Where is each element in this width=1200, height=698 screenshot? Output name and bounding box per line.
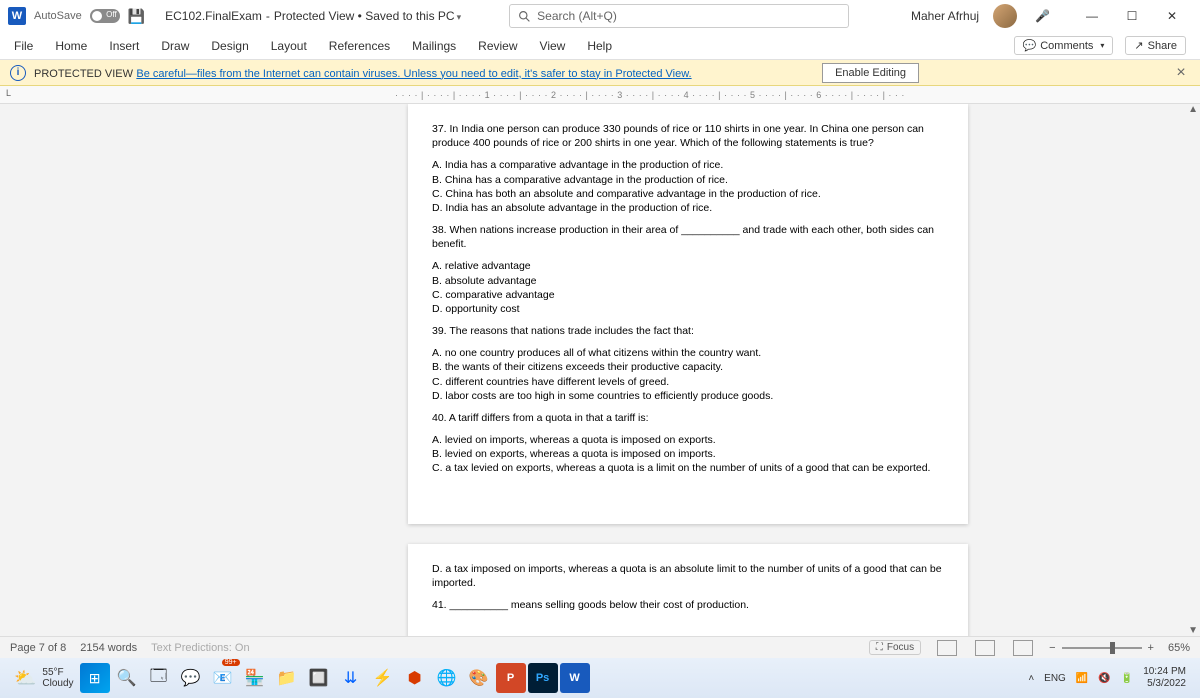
doc-line: A. no one country produces all of what c…: [432, 346, 944, 403]
protected-view-message[interactable]: Be careful—files from the Internet can c…: [136, 68, 691, 80]
powerpoint-icon[interactable]: P: [496, 663, 526, 693]
search-icon: [518, 10, 531, 23]
word-taskbar-icon[interactable]: W: [560, 663, 590, 693]
scroll-up-icon[interactable]: ▲: [1188, 104, 1198, 115]
document-page[interactable]: D. a tax imposed on imports, whereas a q…: [408, 544, 968, 636]
winamp-icon[interactable]: ⚡: [368, 663, 398, 693]
share-icon: ↗: [1134, 39, 1143, 52]
save-icon[interactable]: 💾: [128, 8, 145, 25]
chat-icon[interactable]: 💬: [176, 663, 206, 693]
mail-icon[interactable]: 📧: [208, 663, 238, 693]
doc-line: 37. In India one person can produce 330 …: [432, 122, 944, 150]
doc-line: 39. The reasons that nations trade inclu…: [432, 324, 944, 338]
tab-home[interactable]: Home: [55, 39, 87, 53]
protected-close-icon[interactable]: ×: [1172, 64, 1190, 82]
clock[interactable]: 10:24 PM 5/3/2022: [1143, 666, 1186, 690]
status-predictions[interactable]: Text Predictions: On: [151, 642, 249, 654]
tray-chevron-icon[interactable]: ˄: [1028, 673, 1034, 684]
zoom-level[interactable]: 65%: [1168, 642, 1190, 654]
focus-button[interactable]: ⛶Focus: [869, 640, 921, 655]
word-app-icon: W: [8, 7, 26, 25]
close-button[interactable]: ✕: [1152, 2, 1192, 30]
start-button[interactable]: ⊞: [80, 663, 110, 693]
battery-icon[interactable]: 🔋: [1121, 673, 1133, 684]
doc-line: A. levied on imports, whereas a quota is…: [432, 433, 944, 476]
tab-file[interactable]: File: [14, 39, 33, 53]
document-title[interactable]: EC102.FinalExam-Protected View • Saved t…: [165, 9, 461, 23]
status-words[interactable]: 2154 words: [80, 642, 137, 654]
task-view-icon[interactable]: 🗔: [144, 663, 174, 693]
zoom-slider[interactable]: − +: [1049, 642, 1154, 654]
autosave-label: AutoSave: [34, 10, 82, 22]
dropbox-icon[interactable]: ⇊: [336, 663, 366, 693]
tab-draw[interactable]: Draw: [161, 39, 189, 53]
scroll-down-icon[interactable]: ▼: [1188, 625, 1198, 636]
autosave-toggle[interactable]: Off: [90, 9, 120, 23]
zoom-out-icon[interactable]: −: [1049, 642, 1055, 654]
document-canvas[interactable]: ▲ ▼ 37. In India one person can produce …: [0, 104, 1200, 636]
doc-line: 40. A tariff differs from a quota in tha…: [432, 411, 944, 425]
read-mode-icon[interactable]: [937, 640, 957, 656]
tab-view[interactable]: View: [540, 39, 566, 53]
doc-line: 38. When nations increase production in …: [432, 223, 944, 251]
doc-line: A. relative advantage B. absolute advant…: [432, 259, 944, 316]
enable-editing-button[interactable]: Enable Editing: [822, 63, 919, 83]
web-layout-icon[interactable]: [1013, 640, 1033, 656]
copilot-icon[interactable]: 🎨: [464, 663, 494, 693]
tab-design[interactable]: Design: [211, 39, 248, 53]
zoom-in-icon[interactable]: +: [1148, 642, 1154, 654]
doc-line: A. India has a comparative advantage in …: [432, 158, 944, 215]
print-layout-icon[interactable]: [975, 640, 995, 656]
doc-line: 41. __________ means selling goods below…: [432, 598, 944, 612]
weather-widget[interactable]: ⛅ 55°F Cloudy: [14, 667, 74, 689]
language-indicator[interactable]: ENG: [1044, 673, 1066, 684]
edge-icon[interactable]: 🌐: [432, 663, 462, 693]
tab-mailings[interactable]: Mailings: [412, 39, 456, 53]
volume-icon[interactable]: 🔇: [1098, 673, 1110, 684]
search-input[interactable]: Search (Alt+Q): [509, 4, 849, 28]
tab-references[interactable]: References: [329, 39, 390, 53]
office-icon[interactable]: ⬢: [400, 663, 430, 693]
protected-view-label: PROTECTED VIEW: [34, 68, 133, 80]
focus-icon: ⛶: [876, 642, 883, 653]
wifi-icon[interactable]: 📶: [1076, 673, 1088, 684]
tab-review[interactable]: Review: [478, 39, 517, 53]
weather-icon: ⛅: [14, 668, 36, 689]
search-taskbar-icon[interactable]: 🔍: [112, 663, 142, 693]
doc-line: D. a tax imposed on imports, whereas a q…: [432, 562, 944, 590]
ruler: L · · · · | · · · · | · · · · 1 · · · · …: [0, 86, 1200, 104]
explorer-icon[interactable]: 📁: [272, 663, 302, 693]
comment-icon: 💬: [1023, 39, 1037, 52]
tab-help[interactable]: Help: [587, 39, 612, 53]
user-name[interactable]: Maher Afrhuj: [911, 9, 979, 23]
info-icon: i: [10, 65, 26, 81]
share-button[interactable]: ↗Share: [1125, 36, 1186, 55]
mic-icon[interactable]: 🎤: [1035, 9, 1050, 23]
document-page[interactable]: 37. In India one person can produce 330 …: [408, 104, 968, 524]
avatar[interactable]: [993, 4, 1017, 28]
minimize-button[interactable]: —: [1072, 2, 1112, 30]
comments-button[interactable]: 💬Comments▾: [1014, 36, 1114, 55]
photoshop-icon[interactable]: Ps: [528, 663, 558, 693]
status-page[interactable]: Page 7 of 8: [10, 642, 66, 654]
store-icon[interactable]: 🏪: [240, 663, 270, 693]
app-icon[interactable]: 🔲: [304, 663, 334, 693]
tab-insert[interactable]: Insert: [109, 39, 139, 53]
maximize-button[interactable]: ☐: [1112, 2, 1152, 30]
tab-layout[interactable]: Layout: [271, 39, 307, 53]
